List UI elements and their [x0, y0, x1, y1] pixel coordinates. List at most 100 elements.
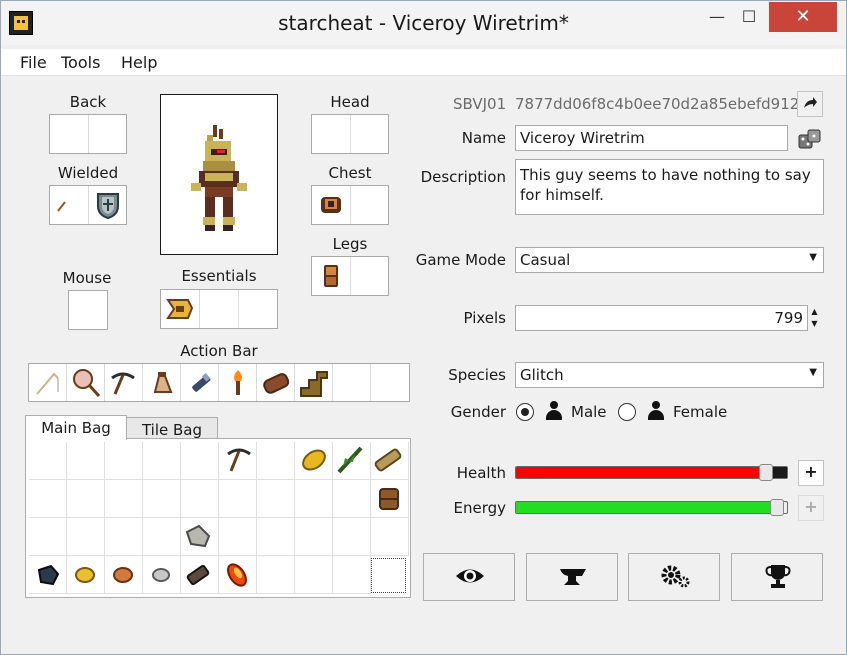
- female-person-icon: [647, 401, 665, 421]
- bag-slot[interactable]: [219, 480, 257, 518]
- bag-slot[interactable]: [219, 518, 257, 556]
- action-bar[interactable]: [28, 363, 410, 402]
- game-mode-label: Game Mode: [415, 251, 506, 269]
- health-track: [771, 467, 787, 478]
- bag-slot[interactable]: [257, 556, 295, 594]
- barrel-icon: [379, 488, 399, 510]
- shield-icon: [97, 193, 119, 219]
- app-window: starcheat - Viceroy Wiretrim* — ☐ ✕ File…: [0, 0, 847, 655]
- health-label: Health: [456, 464, 506, 482]
- gold-ore-icon: [75, 567, 95, 583]
- appearance-button[interactable]: [423, 553, 515, 601]
- legs-label: Legs: [332, 235, 368, 253]
- description-field[interactable]: This guy seems to have nothing to say fo…: [515, 159, 824, 215]
- pixels-stepper[interactable]: ▲ ▼: [807, 306, 822, 330]
- bag-slot[interactable]: [29, 518, 67, 556]
- energy-label: Energy: [453, 499, 506, 517]
- action-bar-label: Action Bar: [180, 342, 258, 360]
- back-slot[interactable]: [49, 114, 127, 154]
- title-bar: starcheat - Viceroy Wiretrim* — ☐ ✕: [1, 1, 846, 45]
- menu-help[interactable]: Help: [121, 53, 157, 72]
- stepper-up-icon[interactable]: ▲: [807, 306, 822, 318]
- coal-ore-icon: [37, 564, 60, 586]
- wielded-slot[interactable]: [49, 185, 127, 225]
- main-bag-panel: [25, 438, 411, 598]
- bag-slot[interactable]: [181, 480, 219, 518]
- bag-slot[interactable]: [257, 442, 295, 480]
- bag-slot[interactable]: [143, 480, 181, 518]
- gears-icon: [661, 565, 690, 588]
- pickaxe-icon: [111, 372, 135, 395]
- options-button[interactable]: [628, 553, 720, 601]
- bag-slot[interactable]: [143, 442, 181, 480]
- stone-block-icon: [185, 524, 211, 548]
- bag-slot[interactable]: [257, 518, 295, 556]
- pickaxe-icon: [227, 448, 251, 472]
- bag-slot[interactable]: [371, 518, 409, 556]
- tab-main-bag[interactable]: Main Bag: [25, 415, 127, 440]
- bag-slot[interactable]: [333, 480, 371, 518]
- gender-label: Gender: [450, 403, 506, 421]
- bag-slot[interactable]: [105, 480, 143, 518]
- gender-female-radio[interactable]: [618, 403, 636, 421]
- minimize-button[interactable]: —: [703, 2, 731, 32]
- matter-manipulator-icon: [166, 299, 194, 319]
- bag-slot[interactable]: [29, 480, 67, 518]
- bag-slot[interactable]: [257, 480, 295, 518]
- blueprints-button[interactable]: [526, 553, 618, 601]
- essentials-label: Essentials: [181, 267, 257, 285]
- head-slot[interactable]: [311, 114, 389, 154]
- health-slider[interactable]: [515, 464, 788, 481]
- energy-slider[interactable]: [515, 499, 788, 516]
- bag-slot[interactable]: [67, 480, 105, 518]
- health-plus-button[interactable]: +: [798, 460, 824, 486]
- bag-slot[interactable]: [295, 556, 333, 594]
- bag-slot[interactable]: [105, 442, 143, 480]
- bag-slot[interactable]: [295, 518, 333, 556]
- stepper-down-icon[interactable]: ▼: [807, 318, 822, 330]
- gender-male-label: Male: [571, 403, 607, 421]
- bag-slot[interactable]: [143, 518, 181, 556]
- legs-slot[interactable]: [311, 256, 389, 296]
- essentials-slots[interactable]: [160, 289, 278, 329]
- male-person-icon: [545, 401, 563, 421]
- menu-file[interactable]: File: [20, 53, 47, 72]
- wood-log-icon: [263, 373, 290, 394]
- bag-slot[interactable]: [105, 518, 143, 556]
- head-label: Head: [330, 93, 370, 111]
- main-bag-grid: [29, 442, 409, 594]
- bag-slot[interactable]: [67, 518, 105, 556]
- pixels-label: Pixels: [463, 309, 506, 327]
- bag-slot-selected[interactable]: [371, 558, 406, 593]
- species-value: Glitch: [520, 366, 564, 384]
- export-button[interactable]: [797, 91, 823, 117]
- energy-slider-handle[interactable]: [770, 499, 784, 516]
- menu-tools[interactable]: Tools: [61, 53, 100, 72]
- bag-slot[interactable]: [181, 442, 219, 480]
- energy-fill: [516, 502, 778, 513]
- bag-slot[interactable]: [295, 480, 333, 518]
- pixels-input[interactable]: 799: [515, 305, 808, 331]
- bag-slot[interactable]: [29, 442, 67, 480]
- health-slider-handle[interactable]: [759, 464, 773, 481]
- wielded-label: Wielded: [57, 164, 119, 182]
- randomize-name-button[interactable]: [797, 127, 823, 151]
- chest-slot[interactable]: [311, 185, 389, 225]
- gold-bar-icon: [302, 449, 326, 471]
- game-mode-select[interactable]: Casual ▼: [515, 247, 824, 273]
- bag-slot[interactable]: [333, 556, 371, 594]
- plus-icon: +: [804, 497, 818, 516]
- close-button[interactable]: ✕: [769, 2, 837, 32]
- maximize-button[interactable]: ☐: [735, 2, 763, 32]
- bag-slot[interactable]: [67, 442, 105, 480]
- energy-plus-button[interactable]: +: [798, 495, 824, 521]
- species-select[interactable]: Glitch ▼: [515, 362, 824, 388]
- quests-button[interactable]: [731, 553, 823, 601]
- mouse-slot[interactable]: [68, 290, 108, 330]
- dice-icon: [798, 129, 821, 149]
- gender-male-radio[interactable]: [516, 403, 534, 421]
- fishing-rod-icon: [36, 372, 59, 395]
- bag-slot[interactable]: [333, 518, 371, 556]
- name-field[interactable]: Viceroy Wiretrim: [515, 125, 788, 151]
- pixels-value: 799: [774, 309, 803, 327]
